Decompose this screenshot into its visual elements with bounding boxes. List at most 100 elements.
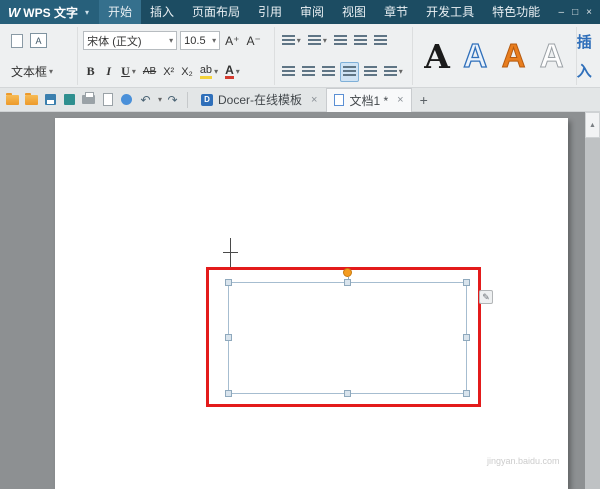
rotation-handle[interactable]	[343, 268, 352, 277]
chevron-down-icon[interactable]: ▾	[85, 8, 89, 17]
bold-button[interactable]: B	[83, 62, 98, 82]
strikethrough-button[interactable]: AB	[141, 62, 158, 82]
close-tab-icon[interactable]: ×	[311, 94, 317, 106]
tab-developer[interactable]: 开发工具	[417, 0, 483, 24]
line-spacing-button[interactable]: ▾	[382, 62, 405, 82]
export-button[interactable]	[61, 91, 78, 108]
wordart-style-2[interactable]: A	[456, 29, 494, 83]
bullet-list-button[interactable]: ▾	[280, 31, 303, 51]
minimize-icon[interactable]: –	[559, 7, 565, 18]
resize-handle[interactable]	[463, 334, 470, 341]
italic-button[interactable]: I	[101, 62, 116, 82]
ribbon: A 文本框 ▾ 宋体 (正文) ▾ 10.5 ▾ A⁺ A⁻ B I	[0, 24, 600, 88]
increase-indent-icon	[354, 35, 367, 46]
open-folder-button[interactable]	[4, 91, 21, 108]
highlight-color-button[interactable]: ab ▾	[198, 62, 220, 82]
title-bar: W WPS 文字 ▾ 开始 插入 页面布局 引用 审阅 视图 章节 开发工具 特…	[0, 0, 600, 24]
inserted-textbox[interactable]	[228, 282, 467, 394]
tab-references[interactable]: 引用	[249, 0, 291, 24]
resize-handle[interactable]	[463, 390, 470, 397]
resize-handle[interactable]	[463, 279, 470, 286]
textbox-group: A 文本框 ▾	[4, 27, 78, 85]
printer-icon	[82, 95, 95, 104]
draw-cursor-crosshair	[223, 252, 238, 253]
window-controls: – □ ×	[559, 7, 600, 18]
chevron-down-icon: ▾	[49, 67, 53, 76]
tab-section[interactable]: 章节	[375, 0, 417, 24]
wordart-style-4[interactable]: A	[533, 29, 571, 83]
format-painter-button[interactable]	[118, 91, 135, 108]
tab-insert[interactable]: 插入	[141, 0, 183, 24]
insert-textbox-label: 文本框	[11, 63, 47, 80]
doc-tab-document1[interactable]: 文档1 * ×	[326, 88, 411, 112]
print-button[interactable]	[80, 91, 97, 108]
subscript-button[interactable]: X₂	[179, 62, 195, 82]
distributed-icon	[364, 66, 377, 77]
textbox-style-button[interactable]: A	[28, 31, 49, 51]
preview-icon	[103, 93, 113, 106]
font-name-select[interactable]: 宋体 (正文) ▾	[83, 31, 177, 50]
undo-button[interactable]: ↶	[137, 91, 154, 108]
tab-page-layout[interactable]: 页面布局	[183, 0, 249, 24]
font-size-select[interactable]: 10.5 ▾	[180, 31, 220, 50]
resize-handle[interactable]	[225, 279, 232, 286]
insert-textbox-button[interactable]: 文本框 ▾	[9, 62, 55, 82]
underline-button[interactable]: U ▾	[119, 62, 138, 82]
app-logo-tab[interactable]: W WPS 文字 ▾	[0, 0, 99, 24]
paragraph-mark-button[interactable]	[372, 31, 389, 51]
grow-font-button[interactable]: A⁺	[223, 31, 241, 51]
open-recent-button[interactable]	[23, 91, 40, 108]
superscript-button[interactable]: X²	[161, 62, 176, 82]
increase-indent-button[interactable]	[352, 31, 369, 51]
tab-view[interactable]: 视图	[333, 0, 375, 24]
font-name-value: 宋体 (正文)	[87, 33, 141, 49]
maximize-icon[interactable]: □	[572, 7, 578, 18]
insert-partial-button-2[interactable]: 入	[577, 60, 592, 81]
new-tab-button[interactable]: +	[414, 92, 434, 108]
tab-review[interactable]: 审阅	[291, 0, 333, 24]
distributed-button[interactable]	[362, 62, 379, 82]
folder-icon	[25, 95, 38, 105]
folder-icon	[6, 95, 19, 105]
doc-tab-docer[interactable]: D Docer-在线模板 ×	[194, 88, 324, 111]
decrease-indent-button[interactable]	[332, 31, 349, 51]
close-icon[interactable]: ×	[586, 7, 592, 18]
align-left-button[interactable]	[280, 62, 297, 82]
ribbon-overflow: 插 入	[577, 27, 600, 85]
align-left-icon	[282, 66, 295, 77]
font-size-value: 10.5	[184, 35, 205, 47]
redo-button[interactable]: ↷	[164, 91, 181, 108]
tab-special-features[interactable]: 特色功能	[483, 0, 549, 24]
resize-handle[interactable]	[344, 390, 351, 397]
font-color-button[interactable]: A ▾	[223, 62, 242, 82]
chevron-down-icon: ▾	[323, 36, 327, 45]
align-center-button[interactable]	[300, 62, 317, 82]
numbered-list-button[interactable]: ▾	[306, 31, 329, 51]
resize-handle[interactable]	[344, 279, 351, 286]
wordart-style-3[interactable]: A	[494, 29, 532, 83]
textbox-options-button[interactable]: ✎	[479, 290, 493, 304]
print-preview-button[interactable]	[99, 91, 116, 108]
align-right-button[interactable]	[320, 62, 337, 82]
insert-partial-button[interactable]: 插	[577, 31, 592, 52]
resize-handle[interactable]	[225, 390, 232, 397]
page-icon	[11, 34, 23, 48]
vertical-scrollbar[interactable]: ▲	[585, 112, 600, 489]
justify-button[interactable]	[340, 62, 359, 82]
chevron-down-icon: ▾	[169, 36, 173, 45]
scrollbar-thumb[interactable]: ▲	[585, 112, 600, 138]
paragraph-mark-icon	[374, 35, 387, 46]
wordart-style-1[interactable]: A	[418, 29, 456, 83]
resize-handle[interactable]	[225, 334, 232, 341]
align-right-icon	[322, 66, 335, 77]
shrink-font-button[interactable]: A⁻	[245, 31, 263, 51]
numbered-list-icon	[308, 35, 321, 46]
save-button[interactable]	[42, 91, 59, 108]
chevron-down-icon: ▾	[132, 67, 136, 76]
close-tab-icon[interactable]: ×	[397, 94, 403, 106]
paste-button[interactable]	[9, 31, 25, 51]
undo-history-dropdown[interactable]: ▾	[158, 95, 162, 104]
chevron-down-icon: ▾	[212, 36, 216, 45]
chevron-down-icon: ▾	[236, 67, 240, 76]
tab-home[interactable]: 开始	[99, 0, 141, 24]
